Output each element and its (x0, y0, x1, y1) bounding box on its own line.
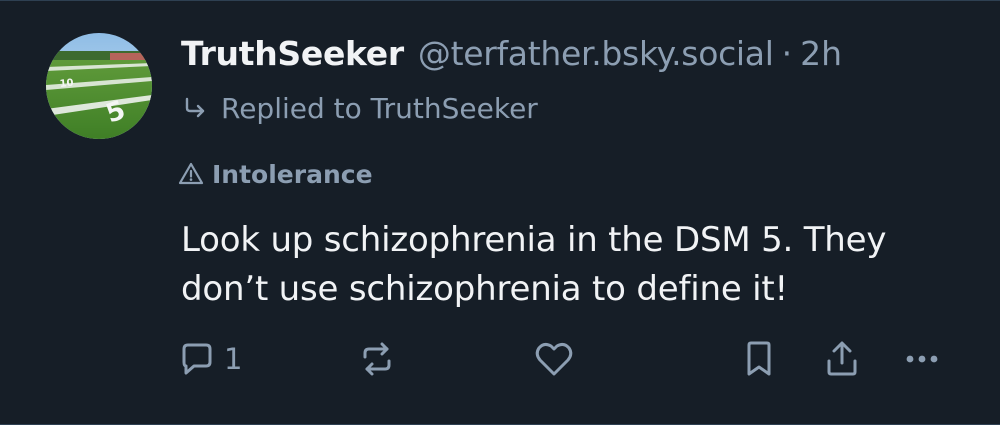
reply-icon (182, 343, 212, 375)
football-field-avatar-icon: 5 10 (46, 33, 152, 139)
reply-context[interactable]: Replied to TruthSeeker (181, 87, 538, 129)
svg-text:10: 10 (59, 78, 74, 90)
post-body: Look up schizophrenia in the DSM 5. They… (181, 216, 981, 314)
header-separator: · (781, 34, 793, 73)
author-display-name[interactable]: TruthSeeker (181, 31, 404, 77)
share-button[interactable] (822, 337, 862, 381)
post-card[interactable]: 5 10 TruthSeeker @terfather.bsky.social … (0, 0, 1000, 425)
author-handle[interactable]: @terfather.bsky.social (418, 31, 774, 77)
bookmark-button[interactable] (742, 337, 776, 381)
reply-button[interactable]: 1 (178, 337, 242, 381)
bookmark-icon (747, 341, 771, 376)
content-label-text: Intolerance (212, 159, 373, 189)
content-label[interactable]: Intolerance (178, 155, 373, 193)
reply-count: 1 (224, 342, 243, 376)
like-icon (535, 342, 573, 376)
repost-button[interactable] (357, 337, 397, 381)
repost-icon (363, 342, 391, 376)
warning-icon (178, 162, 204, 185)
reply-arrow-icon (185, 97, 205, 118)
reply-context-text: Replied to TruthSeeker (221, 91, 538, 125)
post-timestamp[interactable]: 2h (800, 31, 842, 77)
post-body-line: Look up schizophrenia in the DSM 5. They (181, 220, 887, 260)
more-options-button[interactable] (902, 337, 942, 381)
post-actions: 1 (0, 337, 1000, 381)
share-icon (827, 341, 857, 376)
like-button[interactable] (533, 337, 575, 381)
post-header: TruthSeeker @terfather.bsky.social · 2h (181, 31, 842, 77)
more-icon (906, 355, 938, 363)
post-body-line: don’t use schizophrenia to define it! (181, 269, 788, 309)
author-avatar[interactable]: 5 10 (46, 33, 152, 139)
